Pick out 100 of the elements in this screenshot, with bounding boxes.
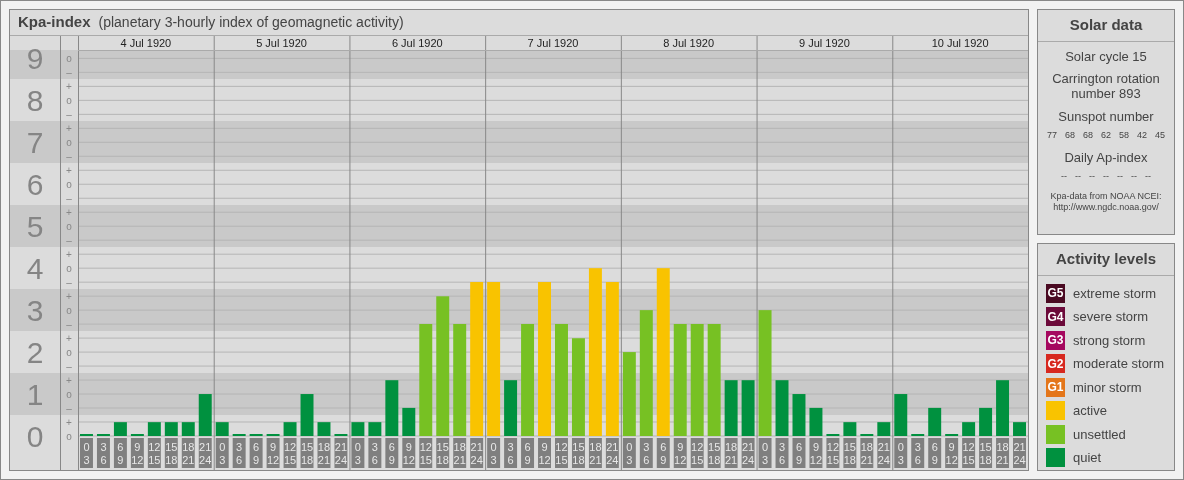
time-slot-label: 6 9 xyxy=(385,438,399,468)
time-slot-label: 6 9 xyxy=(113,438,127,468)
time-slot-label: 9 12 xyxy=(130,438,144,468)
time-slot-label: 6 9 xyxy=(521,438,535,468)
day-label: 5 Jul 1920 xyxy=(256,37,307,49)
bar xyxy=(1013,422,1026,436)
x-tick-label: 0 3 xyxy=(626,441,633,466)
source-note: Kpa-data from NOAA NCEI: xyxy=(1050,191,1162,202)
y-axis-label: 4 xyxy=(26,252,44,286)
level-label: moderate storm xyxy=(1073,355,1165,373)
x-tick-label: 6 9 xyxy=(117,441,124,466)
time-slot-label: 21 24 xyxy=(605,438,619,468)
time-slot-label: 18 21 xyxy=(453,438,467,468)
y-axis-label: 9 xyxy=(26,42,44,76)
y-sublabel: + xyxy=(66,164,72,176)
ap-index-value: -- xyxy=(1061,169,1067,183)
y-sublabel: – xyxy=(66,360,72,372)
x-tick-label: 0 3 xyxy=(897,441,904,466)
y-sublabel: + xyxy=(66,416,72,428)
sunspot-value: 68 xyxy=(1064,129,1075,143)
time-slot-label: 21 24 xyxy=(1013,438,1026,468)
chart-subtitle: (planetary 3-hourly index of geomagnetic activity) xyxy=(98,13,404,32)
y-axis-label: 8 xyxy=(26,84,44,118)
bar xyxy=(962,422,976,436)
y-axis-label: 0 xyxy=(26,420,44,453)
ap-index-value: -- xyxy=(1075,169,1081,183)
time-slot-label: 3 6 xyxy=(504,438,518,468)
day-label: 8 Jul 1920 xyxy=(663,37,715,49)
source-note: http://www.ngdc.noaa.gov/ xyxy=(1052,202,1160,213)
x-tick-label: 6 9 xyxy=(660,441,667,466)
y-axis-label: 7 xyxy=(26,126,44,160)
time-slot-label: 21 24 xyxy=(741,438,755,468)
level-badge: G5 xyxy=(1046,283,1065,303)
y-sublabel: + xyxy=(66,206,72,218)
time-slot-label: 9 12 xyxy=(945,438,959,468)
time-slot-label: 12 15 xyxy=(690,438,704,468)
x-tick-label: 0 3 xyxy=(490,441,497,466)
time-slot-label: 0 3 xyxy=(80,438,93,468)
bar xyxy=(283,422,297,436)
time-slot-label: 12 15 xyxy=(555,438,568,468)
sunspot-value: 58 xyxy=(1119,129,1129,143)
x-tick-label: 0 3 xyxy=(219,441,226,466)
bar xyxy=(113,422,127,436)
time-slot-label: 9 12 xyxy=(538,438,551,468)
bar xyxy=(792,394,806,436)
y-sublabel: – xyxy=(66,192,72,204)
time-slot-label: 6 9 xyxy=(792,438,806,468)
time-slot-label: 18 21 xyxy=(996,438,1010,468)
bar xyxy=(385,380,399,436)
time-slot-label: 3 6 xyxy=(775,438,789,468)
time-slot-label: 12 15 xyxy=(419,438,433,468)
bar xyxy=(809,407,823,436)
y-sublabel: – xyxy=(66,234,72,246)
bar xyxy=(368,422,382,436)
x-tick-label: 3 6 xyxy=(100,441,107,466)
time-slot-label: 6 9 xyxy=(928,438,942,468)
ap-index-value: -- xyxy=(1103,169,1109,183)
time-slot-label: 12 15 xyxy=(826,438,840,468)
time-slot-label: 3 6 xyxy=(232,438,246,468)
x-tick-label: 6 9 xyxy=(931,441,938,466)
time-slot-label: 0 3 xyxy=(215,438,229,468)
x-tick-label: 3 6 xyxy=(507,441,514,466)
time-slot-label: 0 3 xyxy=(894,438,908,468)
sunspot-value: 77 xyxy=(1046,129,1057,143)
sunspot-value: 42 xyxy=(1137,129,1148,143)
day-label: 4 Jul 1920 xyxy=(120,37,172,49)
day-label: 9 Jul 1920 xyxy=(799,37,850,49)
y-sublabel: – xyxy=(66,318,72,330)
time-slot-label: 0 3 xyxy=(622,438,636,468)
y-sublabel: o xyxy=(66,430,72,442)
y-sublabel: + xyxy=(66,248,72,260)
y-sublabel: o xyxy=(66,346,72,358)
y-axis-label: 2 xyxy=(26,336,44,370)
bar xyxy=(402,407,416,436)
time-slot-label: 18 21 xyxy=(317,438,331,468)
time-slot-label: 0 3 xyxy=(758,438,772,468)
x-tick-label: 3 6 xyxy=(914,441,921,466)
panel-title: Activity levels xyxy=(1038,244,1174,276)
x-tick-label: 0 3 xyxy=(354,441,361,466)
time-slot-label: 9 12 xyxy=(673,438,687,468)
level-label: unsettled xyxy=(1073,425,1126,444)
y-sublabel: – xyxy=(66,150,72,162)
y-axis-label: 5 xyxy=(26,210,44,244)
time-slot-label: 3 6 xyxy=(911,438,925,468)
time-slot-label: 18 21 xyxy=(724,438,738,468)
y-sublabel: + xyxy=(66,374,72,386)
level-label: extreme storm xyxy=(1073,284,1157,303)
x-tick-label: 3 6 xyxy=(371,441,378,466)
time-slot-label: 15 18 xyxy=(979,438,993,468)
bar xyxy=(877,422,891,436)
chart-title: Kpa-index xyxy=(18,12,91,33)
y-sublabel: + xyxy=(66,80,72,92)
ap-index-value: -- xyxy=(1117,169,1123,183)
level-label: strong storm xyxy=(1073,331,1146,350)
y-sublabel: + xyxy=(66,122,72,134)
bar xyxy=(300,394,314,436)
x-tick-label: 6 9 xyxy=(524,441,531,466)
sunspot-value: 68 xyxy=(1082,129,1093,143)
time-slot-label: 21 24 xyxy=(198,438,212,468)
time-slot-label: 0 3 xyxy=(351,438,365,468)
